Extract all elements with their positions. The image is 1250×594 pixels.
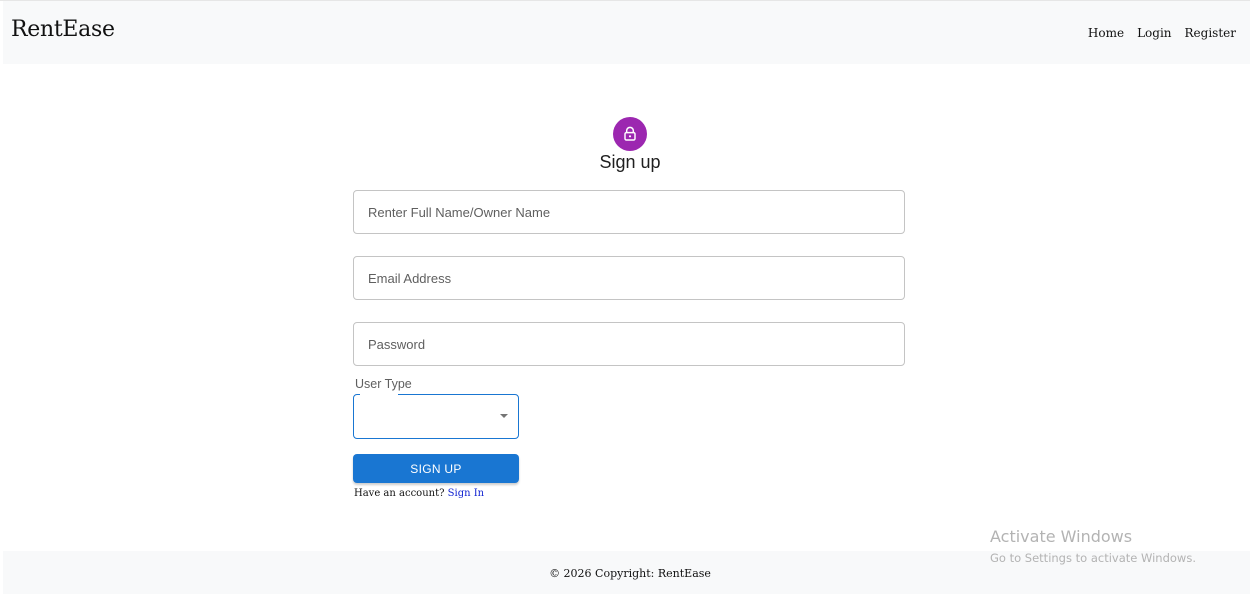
caret-down-icon xyxy=(500,414,508,418)
nav-links: Home Login Register xyxy=(1088,26,1236,40)
name-input[interactable] xyxy=(354,191,904,233)
lock-icon xyxy=(624,126,636,141)
brand-logo[interactable]: RentEase xyxy=(11,17,115,42)
email-field[interactable] xyxy=(353,256,905,300)
select-label-notch xyxy=(360,393,398,396)
activate-windows-subtitle: Go to Settings to activate Windows. xyxy=(990,551,1196,565)
sign-in-link[interactable]: Sign In xyxy=(448,488,484,499)
password-field[interactable] xyxy=(353,322,905,366)
password-input[interactable] xyxy=(354,323,904,365)
signup-button[interactable]: SIGN UP xyxy=(353,454,519,483)
user-type-label: User Type xyxy=(355,377,412,391)
email-input[interactable] xyxy=(354,257,904,299)
lock-avatar xyxy=(613,117,647,151)
activate-windows-title: Activate Windows xyxy=(990,527,1133,546)
user-type-select[interactable] xyxy=(353,393,519,439)
nav-link-home[interactable]: Home xyxy=(1088,26,1124,40)
name-field[interactable] xyxy=(353,190,905,234)
nav-link-login[interactable]: Login xyxy=(1137,26,1171,40)
signup-page: RentEase Home Login Register Sign up Use… xyxy=(0,0,1250,594)
page-title: Sign up xyxy=(599,152,661,172)
footer-copyright: © 2026 Copyright: RentEase xyxy=(549,567,711,580)
have-account-row: Have an account? Sign In xyxy=(354,488,484,499)
navbar: RentEase Home Login Register xyxy=(3,1,1250,64)
have-account-text: Have an account? xyxy=(354,488,445,499)
nav-link-register[interactable]: Register xyxy=(1185,26,1236,40)
